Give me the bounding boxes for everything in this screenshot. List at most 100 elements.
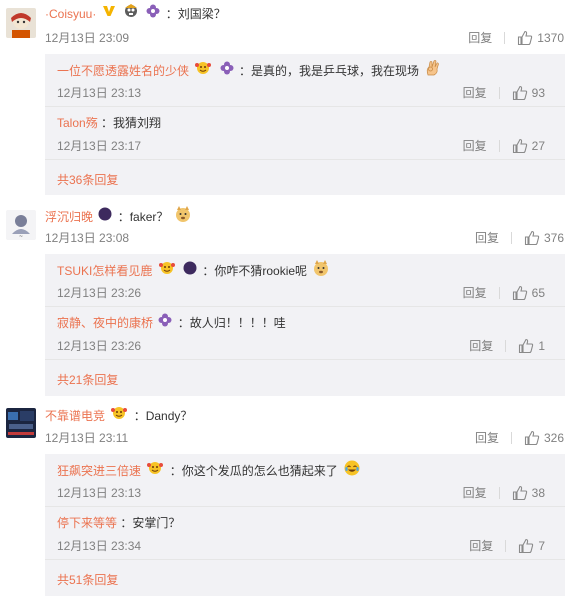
- thumbs-up-icon[interactable]: [512, 85, 528, 101]
- divider: [505, 540, 507, 552]
- reply-button[interactable]: 回复: [469, 537, 493, 555]
- reply-list: 一位不愿透露姓名的少侠 ：是真的，我是乒乓球，我在现场 12月13日 23:13…: [45, 54, 565, 195]
- timestamp: 12月13日 23:34: [57, 539, 142, 553]
- thumbs-up-icon[interactable]: [512, 285, 528, 301]
- timestamp: 12月13日 23:26: [57, 286, 142, 300]
- comment-item: 不靠谱电竞 ：Dandy？ 12月13日 23:11 回复 326 狂飙突进三倍…: [0, 400, 578, 596]
- thumbs-up-icon[interactable]: [512, 138, 528, 154]
- divider: [504, 32, 506, 44]
- username-link[interactable]: 停下来等等: [57, 516, 117, 530]
- thumbs-up-icon[interactable]: [518, 538, 534, 554]
- comment-line: 不靠谱电竞 ：Dandy？: [45, 406, 192, 426]
- reply-text: ：是真的，我是乒乓球，我在现场: [239, 64, 420, 79]
- verified-v-icon: [102, 4, 116, 24]
- reply-button[interactable]: 回复: [463, 484, 487, 502]
- timestamp: 12月13日 23:08: [45, 231, 130, 245]
- like-count[interactable]: 27: [532, 137, 545, 155]
- night-badge-icon: [183, 261, 197, 281]
- username-link[interactable]: 不靠谱电竞: [45, 409, 105, 423]
- like-count[interactable]: 65: [532, 284, 545, 302]
- like-count[interactable]: 38: [532, 484, 545, 502]
- reply-button[interactable]: 回复: [475, 229, 499, 247]
- like-count[interactable]: 93: [532, 84, 545, 102]
- more-replies-link[interactable]: 共36条回复: [57, 171, 118, 189]
- timestamp: 12月13日 23:09: [45, 31, 130, 45]
- reply-list: TSUKI怎样看见鹿 ：你咋不猜rookie呢 12月13日 23:26 回复: [45, 254, 565, 396]
- divider: [498, 487, 500, 499]
- like-count[interactable]: 7: [538, 537, 545, 555]
- thumbs-up-icon[interactable]: [524, 430, 540, 446]
- doge-emoji-icon: [174, 205, 192, 229]
- reply-text: ：故人归！！！！哇: [177, 316, 286, 330]
- reply-actions: 回复 65: [463, 284, 545, 302]
- emoji-badge-icon: [158, 261, 176, 281]
- like-count[interactable]: 376: [544, 229, 564, 247]
- timestamp: 12月13日 23:13: [57, 486, 142, 500]
- thumbs-up-icon[interactable]: [518, 338, 534, 354]
- username-link[interactable]: TSUKI怎样看见鹿: [57, 264, 152, 278]
- username-link[interactable]: 一位不愿透露姓名的少侠: [57, 64, 189, 78]
- reply-button[interactable]: 回复: [463, 137, 487, 155]
- reply-button[interactable]: 回复: [463, 84, 487, 102]
- avatar[interactable]: [6, 8, 36, 38]
- divider: [510, 232, 512, 244]
- like-count[interactable]: 1: [538, 337, 545, 355]
- like-count[interactable]: 326: [544, 429, 564, 447]
- reply-actions: 回复 93: [463, 84, 545, 102]
- username-link[interactable]: 寂静、夜中的康桥: [57, 316, 153, 330]
- timestamp: 12月13日 23:26: [57, 339, 142, 353]
- username-link[interactable]: Talon殇: [57, 116, 98, 130]
- comment-line: ·Coisyuu· ：刘国梁？: [45, 3, 226, 24]
- comment-item: ~ 浮沉归晚 ：faker？ 12月13日 23:08 回复 376 TSUKI…: [0, 200, 578, 398]
- reply-line: TSUKI怎样看见鹿 ：你咋不猜rookie呢: [57, 260, 332, 280]
- comment-actions: 回复 376: [475, 229, 564, 247]
- ok-hand-icon: [424, 59, 442, 83]
- username-link[interactable]: 狂飙突进三倍速: [57, 464, 141, 478]
- reply-text: ：你咋不猜rookie呢: [202, 264, 308, 279]
- thumbs-up-icon[interactable]: [517, 30, 533, 46]
- divider: [498, 140, 500, 152]
- username-link[interactable]: 浮沉归晚: [45, 210, 93, 224]
- emoji-badge-icon: [110, 406, 128, 426]
- reply-actions: 回复 1: [469, 337, 545, 355]
- skull-badge-icon: [123, 3, 139, 24]
- reply-actions: 回复 7: [469, 537, 545, 555]
- thumbs-up-icon[interactable]: [524, 230, 540, 246]
- comment-text: ：Dandy？: [133, 409, 193, 423]
- reply-item: 停下来等等 ：安掌门？ 12月13日 23:34 回复 7: [45, 507, 565, 560]
- more-replies-link[interactable]: 共51条回复: [57, 571, 118, 589]
- reply-button[interactable]: 回复: [463, 284, 487, 302]
- reply-item: Talon殇 ：我猜刘翔 12月13日 23:17 回复 27: [45, 107, 565, 160]
- divider: [510, 432, 512, 444]
- flower-badge-icon: [158, 313, 172, 333]
- night-badge-icon: [98, 207, 112, 227]
- reply-text: ：安掌门？: [120, 516, 181, 530]
- avatar[interactable]: [6, 408, 36, 438]
- divider: [498, 287, 500, 299]
- comment-line: 浮沉归晚 ：faker？: [45, 206, 194, 226]
- reply-button[interactable]: 回复: [468, 29, 492, 47]
- reply-line: 停下来等等 ：安掌门？: [57, 513, 180, 533]
- flower-badge-icon: [220, 61, 234, 81]
- more-replies-link[interactable]: 共21条回复: [57, 371, 118, 389]
- comment-text: ：刘国梁？: [165, 7, 226, 21]
- username-link[interactable]: ·Coisyuu·: [45, 7, 96, 21]
- timestamp: 12月13日 23:11: [45, 431, 129, 445]
- divider: [498, 87, 500, 99]
- flower-badge-icon: [146, 4, 160, 24]
- doge-emoji-icon: [312, 259, 330, 283]
- laugh-cry-emoji-icon: [343, 459, 361, 483]
- timestamp: 12月13日 23:17: [57, 139, 142, 153]
- reply-line: Talon殇 ：我猜刘翔: [57, 113, 161, 133]
- reply-actions: 回复 38: [463, 484, 545, 502]
- reply-text: ：你这个发瓜的怎么也猜起来了: [169, 464, 338, 479]
- reply-button[interactable]: 回复: [475, 429, 499, 447]
- like-count[interactable]: 1370: [537, 29, 564, 47]
- svg-text:~: ~: [19, 234, 23, 240]
- emoji-badge-icon: [146, 461, 164, 481]
- thumbs-up-icon[interactable]: [512, 485, 528, 501]
- reply-button[interactable]: 回复: [469, 337, 493, 355]
- avatar[interactable]: ~: [6, 210, 36, 240]
- reply-item: 狂飙突进三倍速 ：你这个发瓜的怎么也猜起来了 12月13日 23:13 回复 3…: [45, 454, 565, 507]
- reply-line: 寂静、夜中的康桥 ：故人归！！！！哇: [57, 313, 286, 333]
